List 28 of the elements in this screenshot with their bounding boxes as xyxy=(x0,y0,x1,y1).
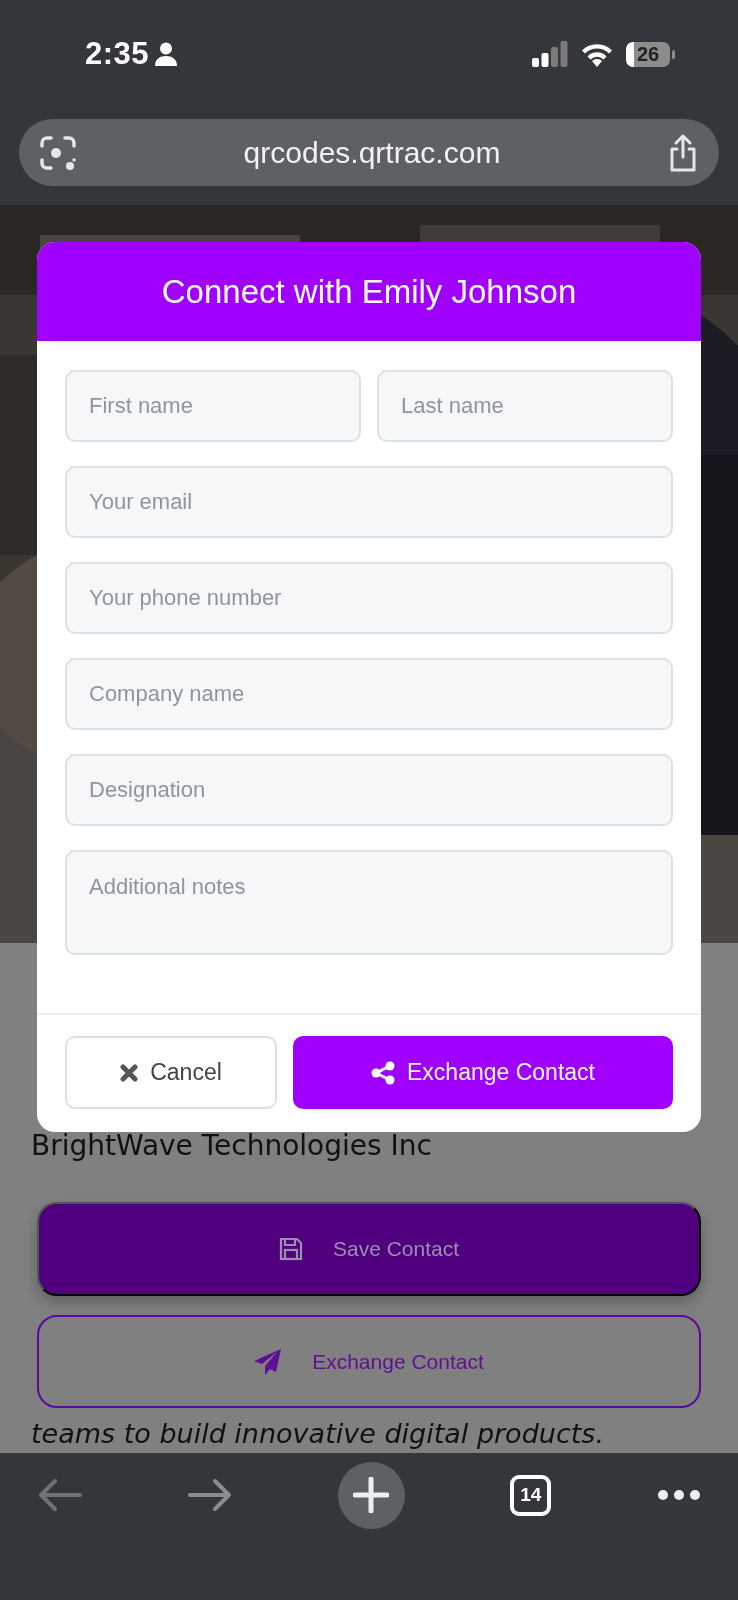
input-field[interactable]: First name xyxy=(65,370,361,442)
share-icon xyxy=(371,1060,395,1085)
cancel-button[interactable]: Cancel xyxy=(65,1036,277,1109)
forward-arrow-icon[interactable] xyxy=(187,1478,232,1512)
close-icon xyxy=(120,1063,139,1082)
bio-text: teams to build innovative digital products. xyxy=(31,1417,604,1451)
camera-lens-icon[interactable] xyxy=(39,133,77,172)
signal-icon xyxy=(532,41,568,67)
input-field[interactable]: Company name xyxy=(65,658,673,730)
more-icon[interactable] xyxy=(657,1489,701,1501)
input-field[interactable]: Last name xyxy=(377,370,673,442)
url-text: qrcodes.qrtrac.com xyxy=(242,135,502,170)
person-icon xyxy=(155,42,178,66)
address-bar[interactable]: qrcodes.qrtrac.com xyxy=(19,119,719,186)
input-field[interactable]: Your phone number xyxy=(65,562,673,634)
plus-icon xyxy=(353,1477,389,1513)
input-field[interactable]: Designation xyxy=(65,754,673,826)
modal-title: Connect with Emily Johnson xyxy=(37,242,701,341)
exchange-contact-button[interactable]: Exchange Contact xyxy=(293,1036,673,1109)
status-time: 2:35 xyxy=(85,36,150,72)
save-contact-button[interactable]: Save Contact xyxy=(37,1202,701,1296)
company-name: BrightWave Technologies Inc xyxy=(31,1128,432,1164)
input-field[interactable]: Your email xyxy=(65,466,673,538)
tab-count-button[interactable]: 14 xyxy=(510,1474,552,1516)
wifi-icon xyxy=(580,41,614,67)
back-arrow-icon[interactable] xyxy=(38,1478,82,1512)
notes-field[interactable]: Additional notes xyxy=(65,850,673,955)
paper-plane-icon xyxy=(254,1348,283,1375)
